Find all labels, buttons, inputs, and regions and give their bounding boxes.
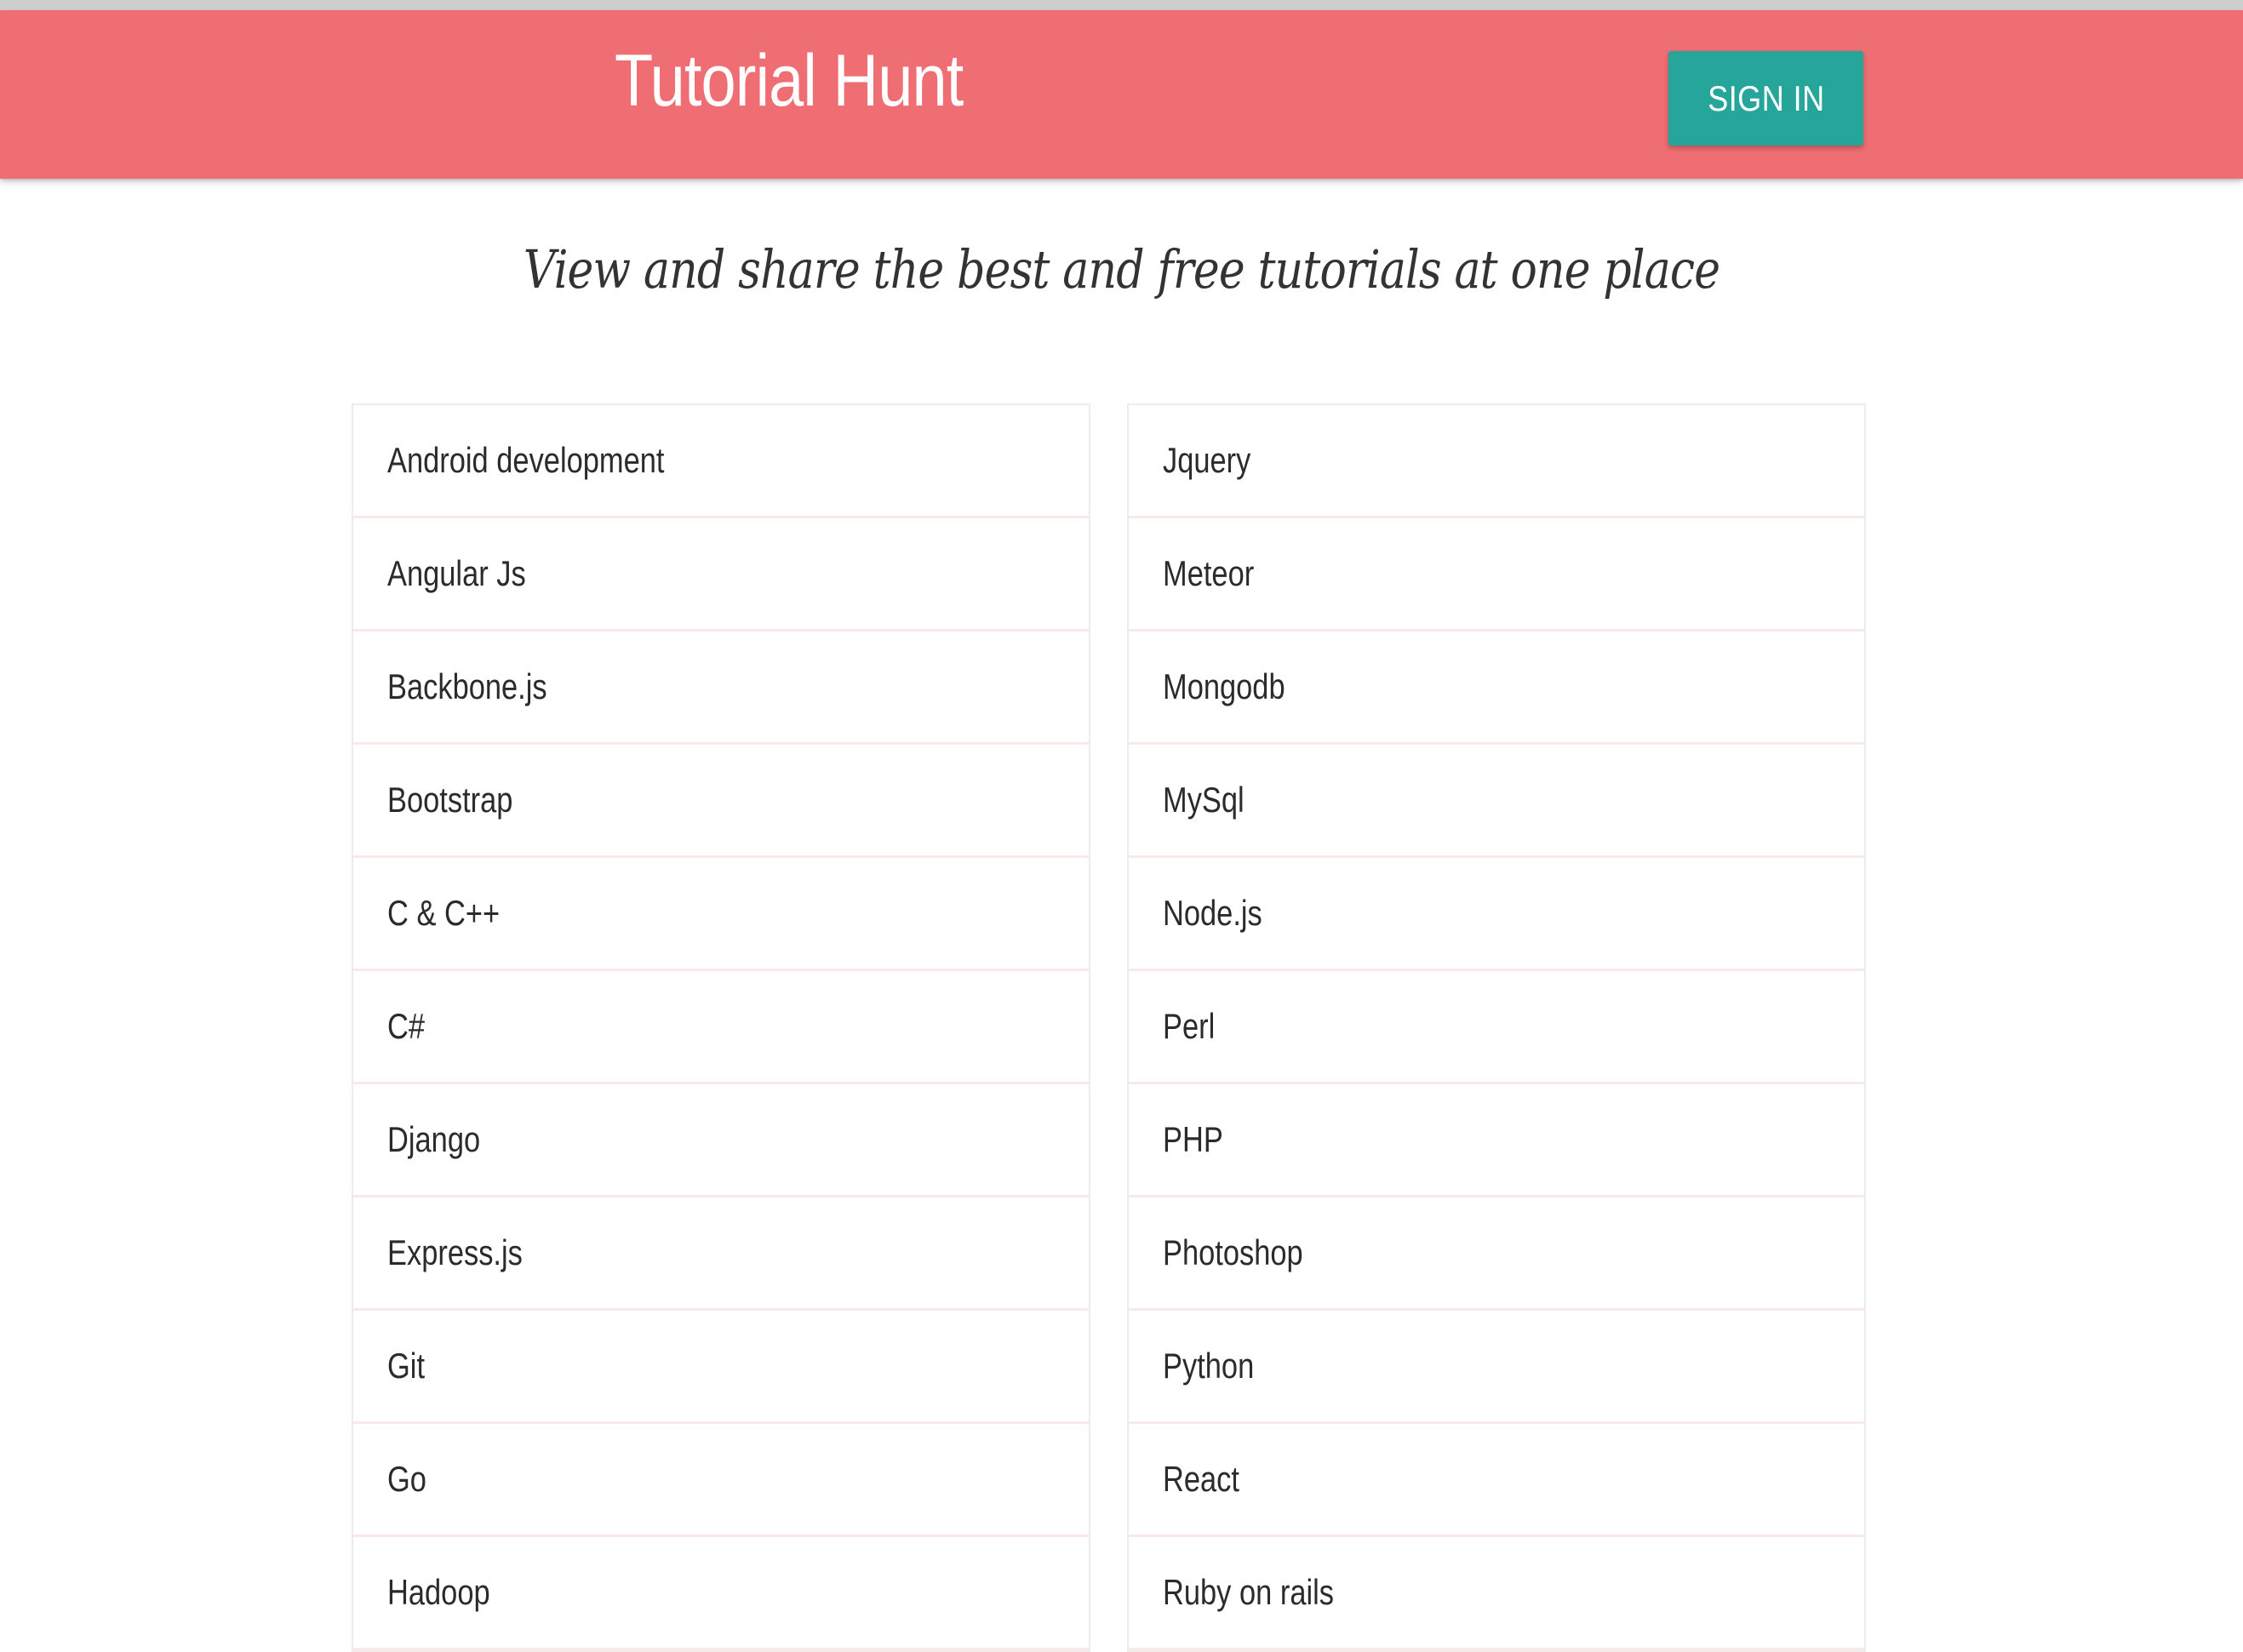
tutorial-item[interactable]: Node.js <box>1129 858 1864 971</box>
navbar: Tutorial Hunt SIGN IN <box>0 10 2243 179</box>
tutorial-item-label: Perl <box>1163 1006 1216 1046</box>
tutorial-item-label: Angular Js <box>387 553 526 593</box>
sign-in-label: SIGN IN <box>1707 77 1825 118</box>
tutorial-item[interactable]: Python <box>1129 1311 1864 1424</box>
tutorial-item[interactable]: C# <box>353 971 1089 1084</box>
tutorial-item[interactable]: Hadoop <box>353 1537 1089 1650</box>
tutorial-item-label: Go <box>387 1459 426 1499</box>
tutorial-item[interactable]: Go <box>353 1424 1089 1537</box>
tutorial-item[interactable]: Jquery <box>1129 405 1864 518</box>
tagline-text: View and share the best and free tutoria… <box>523 238 1720 300</box>
browser-top-strip <box>0 0 2243 10</box>
tutorial-item-label: Android development <box>387 440 665 480</box>
brand-logo[interactable]: Tutorial Hunt <box>615 44 964 117</box>
tutorial-item[interactable]: Angular Js <box>353 518 1089 632</box>
tutorial-item[interactable]: Git <box>353 1311 1089 1424</box>
tutorial-item-label: Mongodb <box>1163 666 1285 706</box>
tutorial-item-label: Django <box>387 1119 481 1159</box>
tutorial-item[interactable]: C & C++ <box>353 858 1089 971</box>
tutorial-item-label: Meteor <box>1163 553 1255 593</box>
tutorial-item[interactable]: Meteor <box>1129 518 1864 632</box>
tutorial-item-label: Bootstrap <box>387 780 513 820</box>
tutorial-item[interactable]: Ruby on rails <box>1129 1537 1864 1650</box>
tutorial-list-left: Android development Angular Js Backbone.… <box>352 403 1090 1652</box>
tutorial-item-label: Node.js <box>1163 893 1262 933</box>
tutorial-item[interactable]: PHP <box>1129 1084 1864 1198</box>
tutorial-item-label: Backbone.js <box>387 666 547 706</box>
tutorial-item[interactable]: Backbone.js <box>353 632 1089 745</box>
tutorial-item-label: MySql <box>1163 780 1245 820</box>
tutorial-item-label: Jquery <box>1163 440 1251 480</box>
tutorial-item-label: Photoshop <box>1163 1232 1303 1272</box>
tutorial-list-right: Jquery Meteor Mongodb MySql Node.js Perl… <box>1127 403 1866 1652</box>
tutorial-item-label: PHP <box>1163 1119 1223 1159</box>
tutorial-item[interactable]: Express.js <box>353 1198 1089 1311</box>
tutorial-item[interactable]: Mongodb <box>1129 632 1864 745</box>
tutorial-item-label: Git <box>387 1346 426 1386</box>
tutorial-item[interactable]: React <box>1129 1424 1864 1537</box>
tutorial-item-label: C# <box>387 1006 426 1046</box>
sign-in-button[interactable]: SIGN IN <box>1668 51 1863 146</box>
tutorial-item-label: Express.js <box>387 1232 523 1272</box>
tutorial-item[interactable]: MySql <box>1129 745 1864 858</box>
tutorial-item[interactable]: Android development <box>353 405 1089 518</box>
tutorial-item[interactable]: Bootstrap <box>353 745 1089 858</box>
tutorial-item-label: Hadoop <box>387 1572 490 1612</box>
tutorial-item-label: Ruby on rails <box>1163 1572 1334 1612</box>
tutorial-item-label: Python <box>1163 1346 1255 1386</box>
tagline: View and share the best and free tutoria… <box>0 238 2243 300</box>
tutorial-item[interactable]: Perl <box>1129 971 1864 1084</box>
tutorial-item[interactable]: Django <box>353 1084 1089 1198</box>
tutorial-item-label: C & C++ <box>387 893 501 933</box>
tutorial-item-label: React <box>1163 1459 1239 1499</box>
tutorial-item[interactable]: Photoshop <box>1129 1198 1864 1311</box>
